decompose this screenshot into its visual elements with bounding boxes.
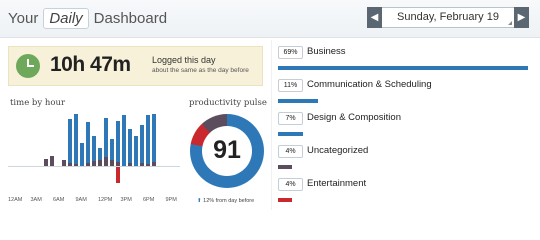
dropdown-corner-icon xyxy=(508,21,512,25)
hour-bar-neutral xyxy=(104,157,108,166)
title-suffix: Dashboard xyxy=(93,10,168,27)
category-row[interactable]: 4% Entertainment xyxy=(278,178,533,208)
hour-bar[interactable] xyxy=(152,114,156,162)
hour-bar-neutral xyxy=(98,160,102,166)
hour-bar[interactable] xyxy=(92,136,96,161)
hour-bar[interactable] xyxy=(128,129,132,163)
hour-bar[interactable] xyxy=(80,143,84,166)
logged-label: Logged this day xyxy=(152,55,216,65)
hour-axis: 12AM 3AM 6AM 9AM 12PM 3PM 6PM 9PM xyxy=(8,197,180,207)
category-row[interactable]: 7% Design & Composition xyxy=(278,112,533,142)
pulse-change: ⬆ 12% from day before xyxy=(197,198,254,204)
hour-bar-neutral xyxy=(68,163,72,166)
hour-bar[interactable] xyxy=(98,148,102,160)
hour-bar[interactable] xyxy=(140,125,144,163)
hour-bar[interactable] xyxy=(134,136,138,166)
hour-tick-label: 9PM xyxy=(165,197,177,203)
category-bar xyxy=(278,99,318,103)
hour-bar-neutral xyxy=(140,163,144,166)
pulse-change-text: 12% from day before xyxy=(203,198,255,204)
pulse-score: 91 xyxy=(213,136,241,164)
hour-tick-label: 6PM xyxy=(143,197,155,203)
hour-tick-label: 6AM xyxy=(53,197,65,203)
category-percent: 7% xyxy=(278,112,303,125)
category-bar xyxy=(278,66,528,70)
hour-bar[interactable] xyxy=(86,122,90,163)
hour-bar-neutral xyxy=(152,162,156,166)
date-picker[interactable]: ◀ Sunday, February 19 ▶ xyxy=(367,7,529,28)
category-row[interactable]: 69% Business xyxy=(278,46,533,76)
hour-bar-neutral xyxy=(92,161,96,166)
selected-date[interactable]: Sunday, February 19 xyxy=(382,11,514,23)
title-prefix: Your xyxy=(8,10,39,27)
dashboard-header: Your Daily Dashboard ◀ Sunday, February … xyxy=(0,0,540,38)
next-day-button[interactable]: ▶ xyxy=(514,7,529,28)
hour-bar-neutral xyxy=(62,160,66,166)
category-name[interactable]: Business xyxy=(307,46,346,57)
logged-time-panel: 10h 47m Logged this day about the same a… xyxy=(8,46,263,86)
hour-tick-label: 3PM xyxy=(120,197,132,203)
hour-bar-neutral xyxy=(44,159,48,166)
category-name[interactable]: Communication & Scheduling xyxy=(307,79,432,90)
category-row[interactable]: 4% Uncategorized xyxy=(278,145,533,175)
logged-comparison: about the same as the day before xyxy=(152,67,249,74)
hour-tick-label: 3AM xyxy=(30,197,42,203)
category-bar xyxy=(278,132,303,136)
category-bar xyxy=(278,165,292,169)
hour-tick-label: 9AM xyxy=(75,197,87,203)
hour-bar[interactable] xyxy=(122,115,126,166)
category-name[interactable]: Uncategorized xyxy=(307,145,368,156)
hour-bar-neutral xyxy=(128,163,132,166)
hour-bar-neutral xyxy=(110,160,114,166)
hour-bar-neutral xyxy=(86,163,90,166)
hour-bar-neutral xyxy=(74,164,78,166)
chevron-right-icon: ▶ xyxy=(517,12,526,23)
hour-bar-neutral xyxy=(146,164,150,166)
previous-day-button[interactable]: ◀ xyxy=(367,7,382,28)
hour-tick-label: 12AM xyxy=(8,197,23,203)
productivity-pulse-label: productivity pulse xyxy=(189,98,267,108)
hour-tick-label: 12PM xyxy=(98,197,113,203)
category-percent: 4% xyxy=(278,145,303,158)
dashboard-title: Your Daily Dashboard xyxy=(8,8,167,29)
pulse-center: 91 xyxy=(202,126,252,176)
category-bar xyxy=(278,198,292,202)
clock-icon xyxy=(16,54,40,78)
chevron-left-icon: ◀ xyxy=(370,12,379,23)
category-percent: 69% xyxy=(278,46,303,59)
hour-bar[interactable] xyxy=(116,121,120,162)
period-selector[interactable]: Daily xyxy=(43,8,89,29)
time-by-hour-chart[interactable] xyxy=(8,109,180,195)
section-divider xyxy=(271,40,272,210)
category-row[interactable]: 11% Communication & Scheduling xyxy=(278,79,533,109)
category-name[interactable]: Design & Composition xyxy=(307,112,401,123)
hour-bar[interactable] xyxy=(74,114,78,164)
up-arrow-icon: ⬆ xyxy=(197,198,202,204)
category-percent: 4% xyxy=(278,178,303,191)
category-percent: 11% xyxy=(278,79,303,92)
logged-total: 10h 47m xyxy=(50,53,131,76)
chart-baseline xyxy=(8,166,180,167)
productivity-pulse-ring[interactable]: 91 xyxy=(190,114,264,188)
hour-bar[interactable] xyxy=(146,115,150,164)
hour-bar-neutral xyxy=(50,156,54,166)
time-by-hour-label: time by hour xyxy=(10,98,66,108)
hour-bar-distracting xyxy=(116,167,120,183)
hour-bar[interactable] xyxy=(68,119,72,163)
hour-bar-neutral xyxy=(116,162,120,166)
category-name[interactable]: Entertainment xyxy=(307,178,366,189)
